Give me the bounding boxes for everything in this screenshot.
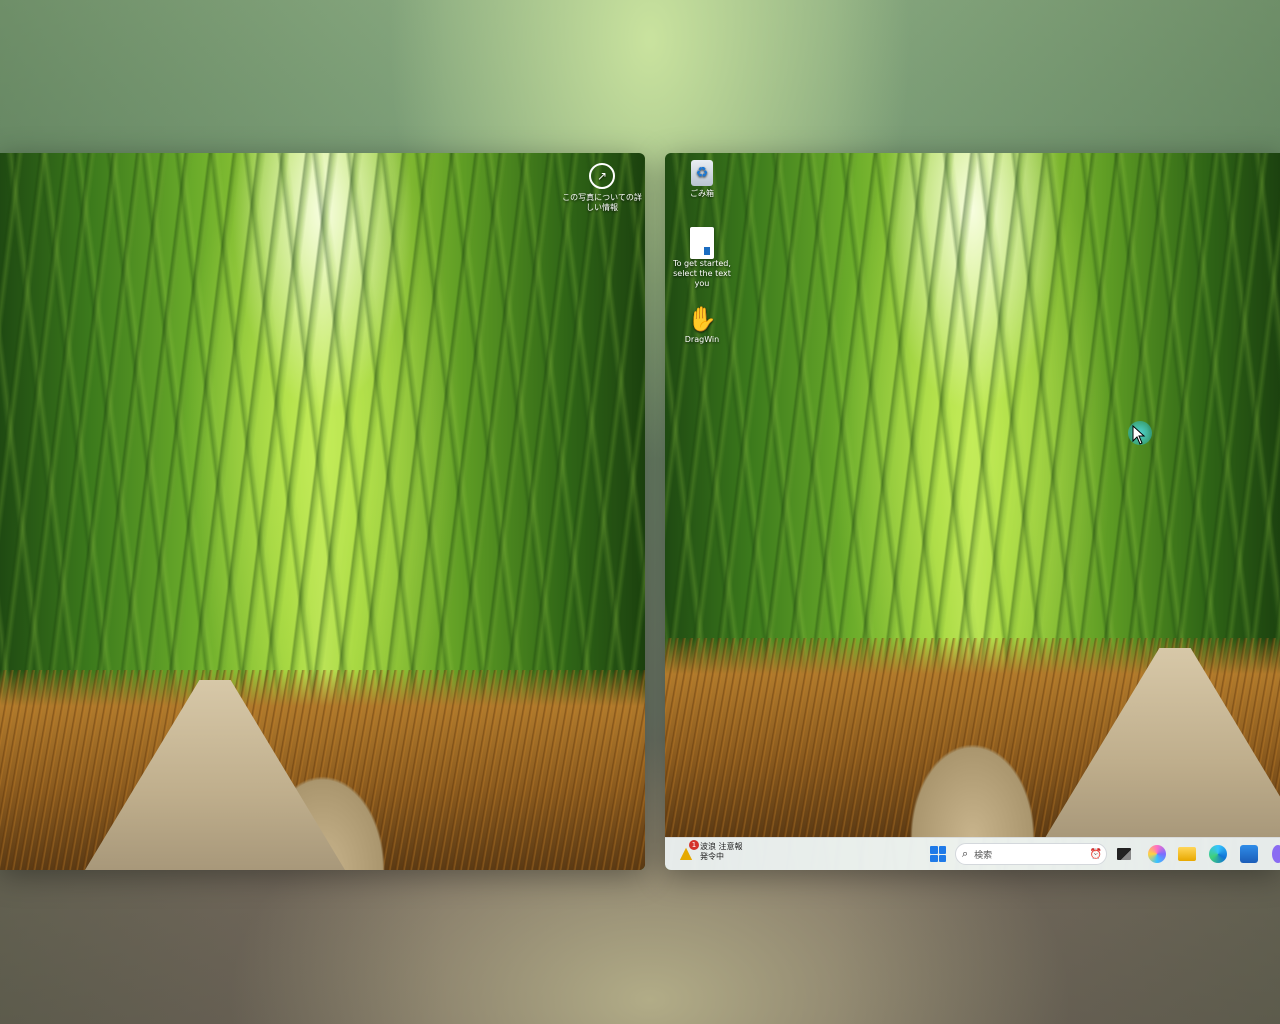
- search-icon: ⌕: [962, 847, 969, 860]
- search-placeholder: 検索: [974, 850, 993, 861]
- mouse-cursor: [1128, 421, 1156, 449]
- weather-alert-icon: ▲ 1: [677, 840, 699, 862]
- weather-line2: 発令中: [700, 852, 724, 861]
- weather-widget[interactable]: ▲ 1 波浪 注意報 発令中: [677, 840, 743, 862]
- desktop-icon-dragwin[interactable]: ✋ DragWin: [665, 305, 739, 345]
- desktop-icon-label: DragWin: [684, 335, 720, 344]
- info-circle-icon: ↗: [589, 163, 615, 189]
- microsoft-store-icon[interactable]: [1240, 845, 1258, 863]
- right-display-preview[interactable]: ♻ ごみ箱 To get started, select the text yo…: [665, 153, 1280, 870]
- desktop-icon-label: To get started, select the text you: [673, 259, 731, 288]
- desktop-icon-document[interactable]: To get started, select the text you: [665, 227, 739, 289]
- windows-start-icon[interactable]: [930, 846, 946, 862]
- weather-alert-badge: 1: [689, 840, 699, 850]
- file-explorer-icon[interactable]: [1178, 847, 1196, 861]
- desktop-icon-recycle-bin[interactable]: ♻ ごみ箱: [665, 159, 739, 199]
- task-view-icon[interactable]: [1117, 848, 1131, 860]
- left-display-preview[interactable]: ↗ この写真についての詳しい情報: [0, 153, 645, 870]
- taskbar: ▲ 1 波浪 注意報 発令中 ⌕ 検索 ⏰: [665, 837, 1280, 870]
- spotlight-info-widget[interactable]: ↗ この写真についての詳しい情報: [560, 163, 644, 213]
- search-highlight-icon: ⏰: [1089, 848, 1102, 860]
- cursor-arrow-icon: [1132, 425, 1146, 445]
- extra-app-icon[interactable]: [1272, 845, 1280, 863]
- weather-line1: 波浪 注意報: [700, 842, 743, 851]
- recycle-bin-icon: ♻: [691, 160, 713, 186]
- copilot-icon[interactable]: [1148, 845, 1166, 863]
- dragwin-hand-icon: ✋: [687, 305, 717, 333]
- edge-browser-icon[interactable]: [1209, 845, 1227, 863]
- taskbar-search[interactable]: ⌕ 検索 ⏰: [955, 843, 1107, 865]
- document-icon: [690, 227, 714, 259]
- info-widget-label: この写真についての詳しい情報: [562, 193, 642, 212]
- desktop-icon-label: ごみ箱: [690, 189, 714, 198]
